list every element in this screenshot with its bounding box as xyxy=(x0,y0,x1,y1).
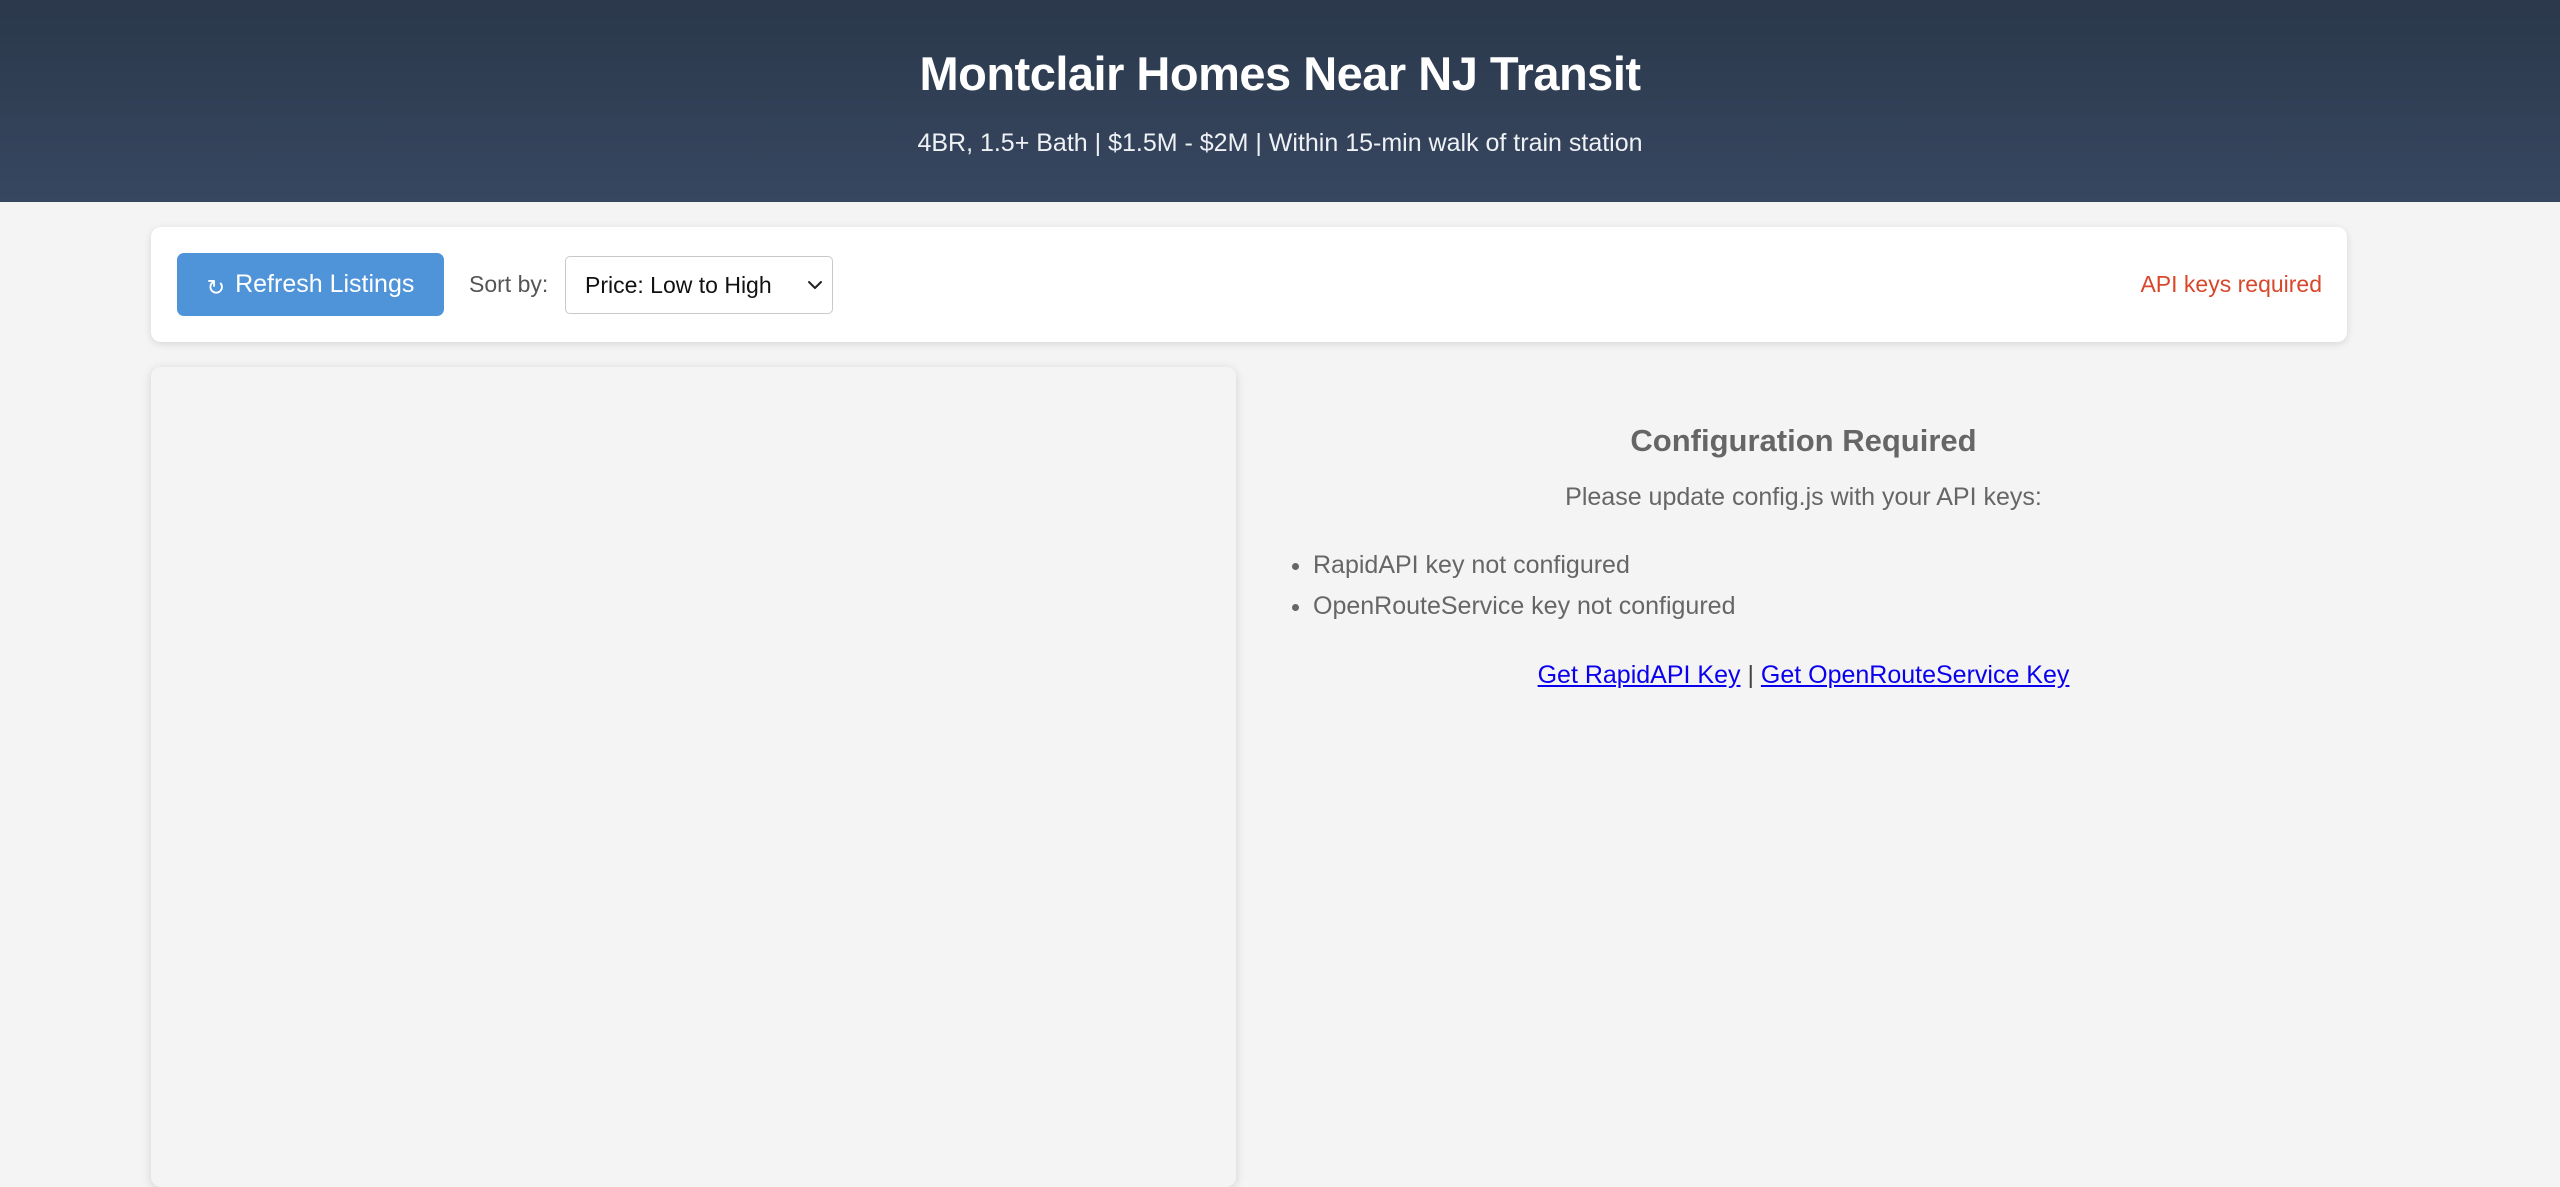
sort-select[interactable]: Price: Low to High xyxy=(565,256,833,314)
api-status-text: API keys required xyxy=(2140,271,2322,297)
list-item: RapidAPI key not configured xyxy=(1313,545,1735,586)
controls-toolbar: ↻ Refresh Listings Sort by: Price: Low t… xyxy=(151,227,2347,342)
config-title: Configuration Required xyxy=(1630,423,1977,458)
config-issues-list: RapidAPI key not configured OpenRouteSer… xyxy=(1290,545,1735,627)
page-title: Montclair Homes Near NJ Transit xyxy=(919,47,1641,100)
api-key-links: Get RapidAPI Key | Get OpenRouteService … xyxy=(1260,658,2347,692)
page-header: Montclair Homes Near NJ Transit 4BR, 1.5… xyxy=(0,0,2560,202)
get-rapidapi-key-link[interactable]: Get RapidAPI Key xyxy=(1538,661,1741,689)
get-openrouteservice-key-link[interactable]: Get OpenRouteService Key xyxy=(1761,661,2070,689)
page-subtitle: 4BR, 1.5+ Bath | $1.5M - $2M | Within 15… xyxy=(917,129,1643,157)
config-panel: Configuration Required Please update con… xyxy=(1260,367,2347,1167)
refresh-listings-label: Refresh Listings xyxy=(235,270,415,298)
sort-label: Sort by: xyxy=(469,271,549,297)
config-instructions: Please update config.js with your API ke… xyxy=(1565,483,2042,511)
refresh-icon: ↻ xyxy=(206,274,226,300)
sort-selected-value: Price: Low to High xyxy=(585,271,772,298)
link-separator: | xyxy=(1747,661,1754,689)
map-panel[interactable] xyxy=(151,367,1236,1187)
list-item: OpenRouteService key not configured xyxy=(1313,586,1735,627)
refresh-listings-button[interactable]: ↻ Refresh Listings xyxy=(177,253,444,316)
chevron-down-icon xyxy=(808,281,822,289)
